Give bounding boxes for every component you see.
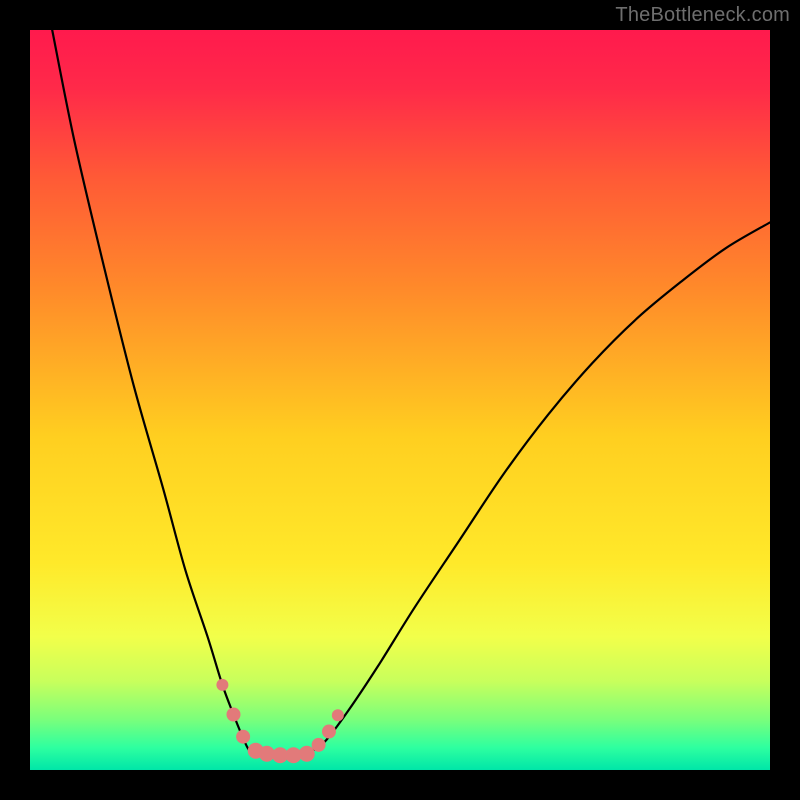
trough-marker: [227, 708, 241, 722]
trough-marker: [216, 679, 228, 691]
trough-marker: [322, 725, 336, 739]
trough-marker: [236, 730, 250, 744]
chart-frame: TheBottleneck.com: [0, 0, 800, 800]
bottleneck-chart: [30, 30, 770, 770]
trough-marker: [299, 746, 315, 762]
trough-marker: [332, 709, 344, 721]
plot-area: [30, 30, 770, 770]
gradient-background: [30, 30, 770, 770]
watermark-text: TheBottleneck.com: [615, 4, 790, 27]
trough-marker: [312, 738, 326, 752]
